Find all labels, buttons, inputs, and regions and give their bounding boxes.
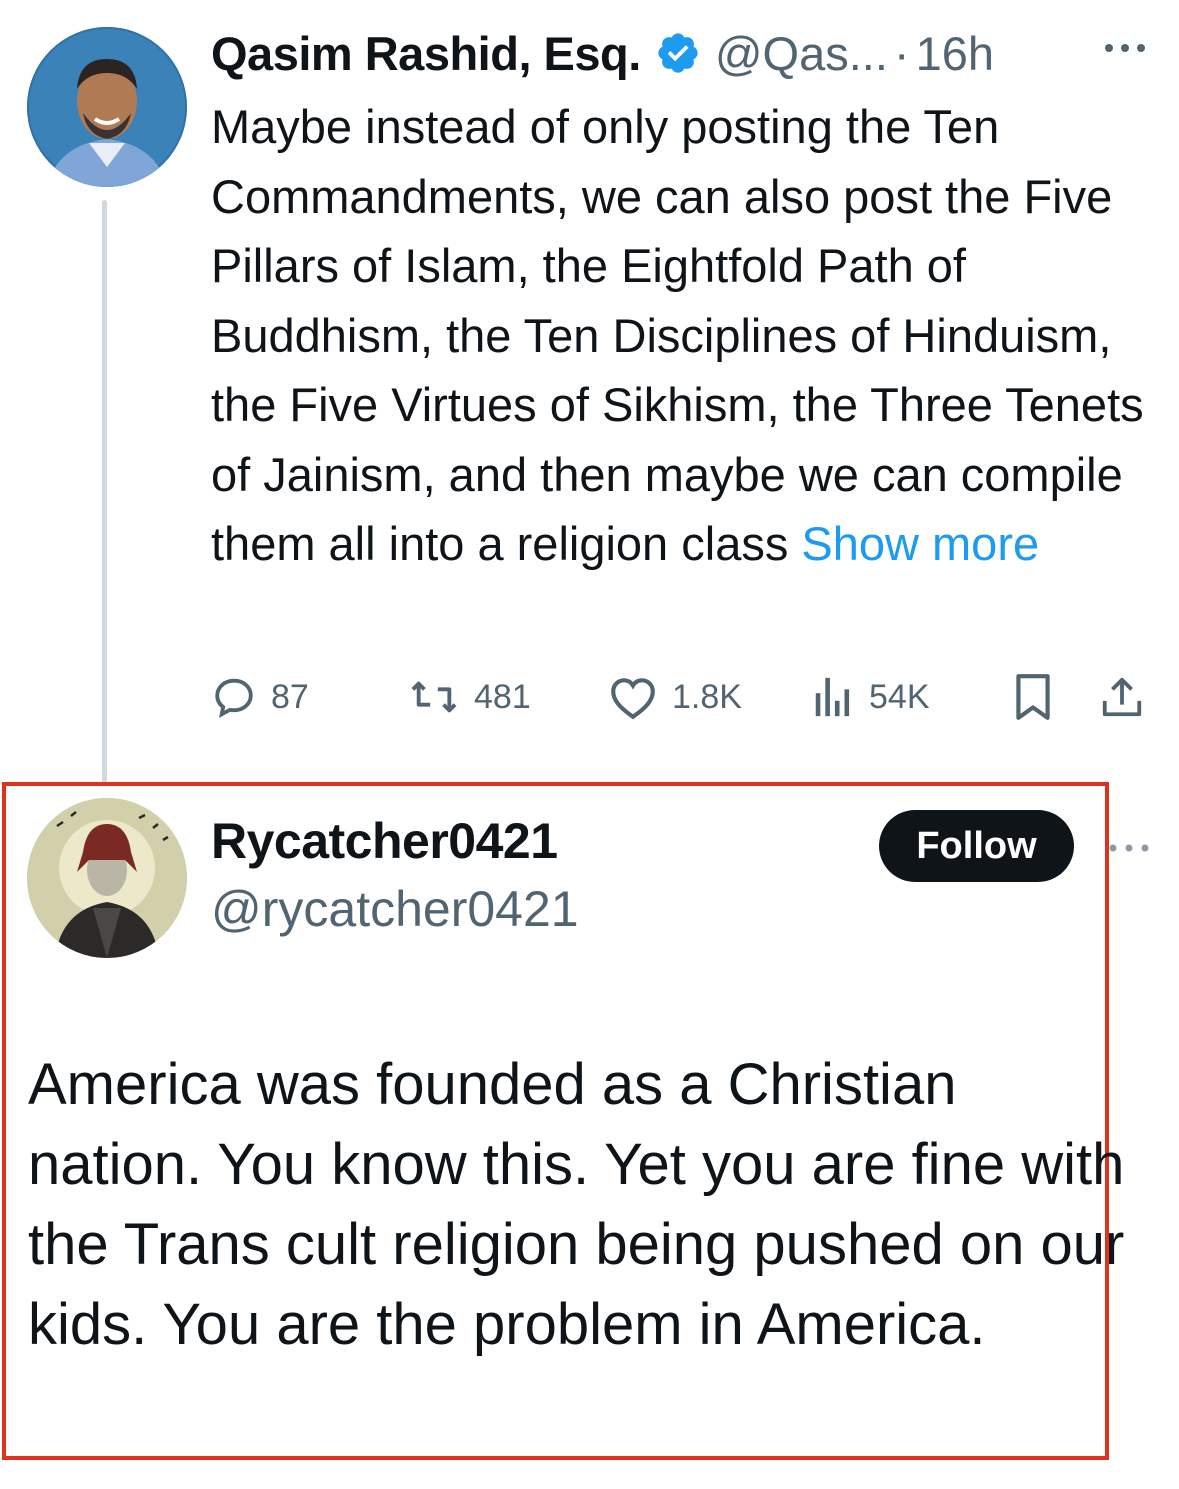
like-count: 1.8K — [672, 677, 742, 716]
avatar-photo — [27, 27, 187, 187]
tweet-body: Maybe instead of only posting the Ten Co… — [211, 100, 1144, 570]
avatar-illustration — [27, 798, 187, 958]
share-button[interactable] — [1099, 666, 1145, 728]
heart-icon — [611, 678, 655, 720]
reply-button[interactable]: 87 — [211, 666, 309, 728]
thread-connector-line — [102, 200, 107, 783]
repost-icon — [411, 681, 457, 713]
reply-author-name[interactable]: Rycatcher0421 — [211, 812, 558, 870]
views-count: 54K — [869, 677, 930, 716]
like-button[interactable]: 1.8K — [608, 666, 742, 728]
show-more-link[interactable]: Show more — [801, 517, 1039, 570]
reply-text: America was founded as a Christian natio… — [28, 1052, 1125, 1357]
repost-count: 481 — [474, 677, 531, 716]
tweet-text: Maybe instead of only posting the Ten Co… — [211, 92, 1161, 579]
author-avatar[interactable] — [27, 27, 187, 187]
bookmark-button[interactable] — [1011, 666, 1055, 728]
verified-badge-icon — [658, 33, 698, 73]
more-options-icon[interactable] — [1100, 28, 1150, 68]
views-chart-icon — [815, 677, 850, 717]
header-separator: · — [893, 26, 910, 80]
reply-icon — [215, 678, 253, 718]
tweet-header: Qasim Rashid, Esq. @Qas... · 16h — [211, 18, 994, 88]
tweet-timestamp[interactable]: 16h — [916, 26, 994, 81]
reply-author-avatar[interactable] — [27, 798, 187, 958]
more-options-icon[interactable] — [1104, 830, 1154, 866]
reply-author-handle[interactable]: @rycatcher0421 — [211, 880, 579, 938]
author-name[interactable]: Qasim Rashid, Esq. — [211, 26, 641, 81]
author-handle[interactable]: @Qas... — [715, 26, 888, 81]
share-icon — [1102, 677, 1142, 717]
repost-button[interactable]: 481 — [408, 666, 531, 728]
reply-count: 87 — [271, 677, 309, 716]
tweet-action-bar: 87 481 1.8K 54K — [211, 666, 1161, 728]
views-button[interactable]: 54K — [811, 666, 930, 728]
bookmark-icon — [1016, 674, 1050, 720]
follow-button[interactable]: Follow — [879, 810, 1074, 882]
